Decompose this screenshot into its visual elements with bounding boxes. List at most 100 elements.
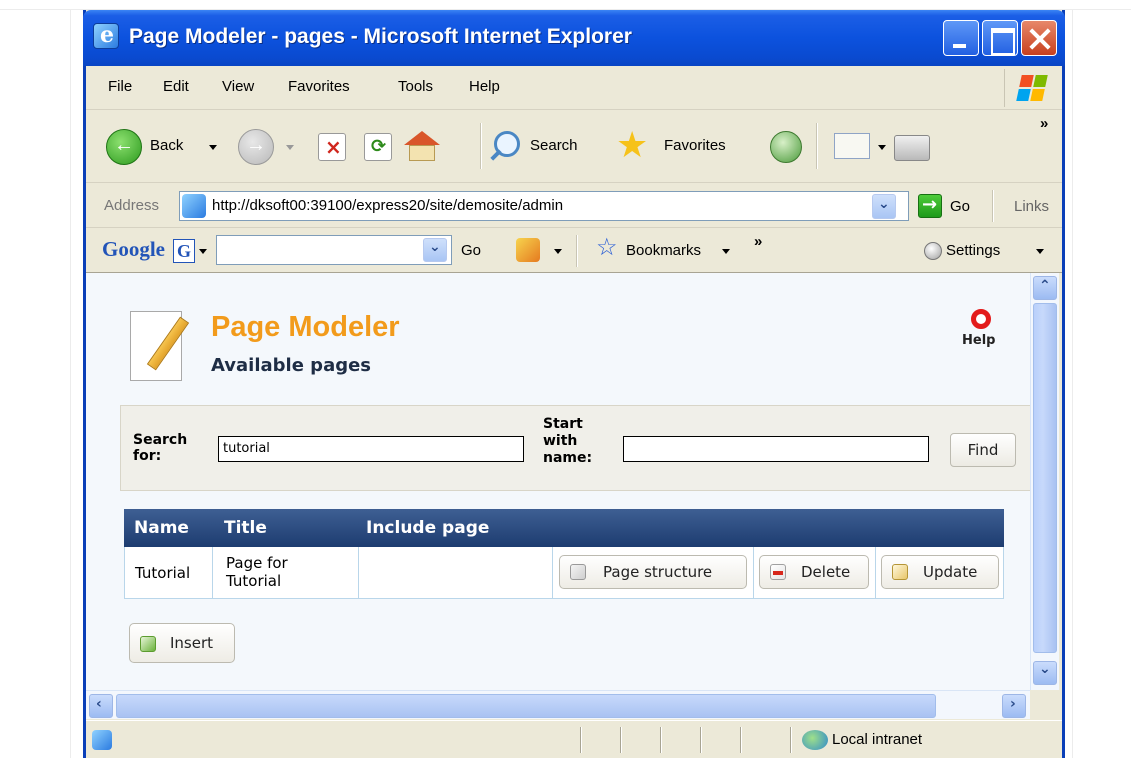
favorites-star-icon[interactable]: ★: [616, 125, 648, 165]
google-overflow-chevron[interactable]: »: [754, 233, 762, 250]
menu-edit[interactable]: Edit: [163, 78, 189, 95]
stop-icon[interactable]: ×: [318, 133, 346, 161]
cell-title-line2: Tutorial: [226, 572, 282, 590]
search-button-label[interactable]: Search: [530, 137, 578, 154]
google-g-icon[interactable]: G: [173, 239, 195, 263]
menu-favorites[interactable]: Favorites: [288, 78, 350, 95]
cell-title-line1: Page for: [226, 554, 288, 572]
scroll-right-button[interactable]: ›: [1002, 694, 1026, 718]
search-for-input[interactable]: tutorial: [218, 436, 524, 462]
back-button-label[interactable]: Back: [150, 137, 183, 154]
address-separator: [992, 190, 994, 222]
horizontal-scroll-thumb[interactable]: [116, 694, 936, 718]
menu-file[interactable]: File: [108, 78, 132, 95]
title-bar[interactable]: Page Modeler - pages - Microsoft Interne…: [83, 10, 1065, 66]
google-search-input[interactable]: ⌄: [216, 235, 452, 265]
pages-table: Name Title Include page Tutorial Page fo…: [124, 509, 1004, 599]
page-status-icon: [92, 730, 112, 750]
favorites-button-label[interactable]: Favorites: [664, 137, 726, 154]
find-button[interactable]: Find: [950, 433, 1016, 467]
go-button-label[interactable]: Go: [950, 198, 970, 215]
menu-help[interactable]: Help: [469, 78, 500, 95]
back-dropdown-icon[interactable]: [209, 145, 217, 150]
vertical-scrollbar[interactable]: ⌃ ⌄: [1030, 273, 1059, 690]
settings-dropdown-icon[interactable]: [1036, 249, 1044, 254]
help-lifebuoy-icon[interactable]: [971, 309, 991, 329]
page-structure-label: Page structure: [603, 563, 713, 581]
cell-divider: [753, 547, 754, 598]
minimize-button[interactable]: [943, 20, 979, 56]
home-icon[interactable]: [404, 131, 440, 145]
column-header-title[interactable]: Title: [224, 518, 267, 538]
start-with-label-3: name:: [543, 450, 593, 466]
scroll-down-button[interactable]: ⌄: [1033, 661, 1057, 685]
update-pencil-icon: [892, 564, 908, 580]
mail-icon[interactable]: [834, 133, 870, 159]
mail-dropdown-icon[interactable]: [878, 145, 886, 150]
address-url: http://dksoft00:39100/express20/site/dem…: [212, 197, 564, 214]
print-icon[interactable]: [894, 135, 930, 161]
delete-button[interactable]: Delete: [759, 555, 869, 589]
bookmarks-button-label[interactable]: Bookmarks: [626, 242, 701, 259]
start-with-name-input[interactable]: [623, 436, 929, 462]
table-row: Tutorial Page for Tutorial Page structur…: [124, 547, 1004, 599]
toolbar-separator-2: [816, 123, 818, 169]
insert-button[interactable]: Insert: [129, 623, 235, 663]
ie-icon: [93, 22, 119, 49]
column-header-name[interactable]: Name: [134, 518, 189, 538]
settings-icon[interactable]: [924, 242, 942, 260]
status-separator: [740, 727, 742, 753]
toolbar-separator: [480, 123, 482, 169]
horizontal-scrollbar[interactable]: ‹ ›: [86, 690, 1030, 719]
google-go-button[interactable]: Go: [461, 242, 481, 259]
toolbar-overflow-chevron[interactable]: »: [1040, 115, 1048, 132]
address-dropdown-button[interactable]: ⌄: [872, 194, 896, 219]
google-toolbar: Google G ⌄ Go ☆ Bookmarks » Settings: [86, 229, 1062, 273]
links-label[interactable]: Links: [1014, 198, 1049, 215]
pagerank-dropdown-icon[interactable]: [554, 249, 562, 254]
google-search-dropdown[interactable]: ⌄: [423, 238, 447, 262]
history-icon[interactable]: [770, 131, 802, 163]
window-title: Page Modeler - pages - Microsoft Interne…: [129, 25, 632, 48]
cell-divider: [875, 547, 876, 598]
standard-toolbar: ← Back → × ⟳ Search ★ Favorites »: [86, 111, 1062, 183]
bookmarks-dropdown-icon[interactable]: [722, 249, 730, 254]
page-title: Page Modeler: [211, 311, 400, 343]
cell-divider: [358, 547, 359, 598]
close-button[interactable]: [1021, 20, 1057, 56]
outer-frame-left: [70, 9, 71, 758]
status-separator: [790, 727, 792, 753]
pagerank-icon[interactable]: [516, 238, 540, 262]
delete-icon: [770, 564, 786, 580]
column-header-include-page[interactable]: Include page: [366, 518, 489, 538]
forward-dropdown-icon[interactable]: [286, 145, 294, 150]
google-menu-dropdown-icon[interactable]: [199, 249, 207, 254]
security-zone-label: Local intranet: [832, 731, 923, 748]
page-structure-button[interactable]: Page structure: [559, 555, 747, 589]
delete-label: Delete: [801, 563, 851, 581]
home-icon-body: [409, 145, 435, 161]
pencil-icon: [146, 316, 190, 371]
update-label: Update: [923, 563, 978, 581]
scroll-up-button[interactable]: ⌃: [1033, 276, 1057, 300]
menu-tools[interactable]: Tools: [398, 78, 433, 95]
bookmarks-star-icon[interactable]: ☆: [596, 233, 618, 262]
go-arrow-icon[interactable]: →: [918, 194, 942, 218]
start-with-label-2: with: [543, 433, 578, 449]
page-content: Page Modeler Available pages Help Search…: [86, 273, 1030, 690]
google-separator: [576, 235, 578, 267]
insert-icon: [140, 636, 156, 652]
vertical-scroll-thumb[interactable]: [1033, 303, 1057, 653]
status-separator: [700, 727, 702, 753]
refresh-icon[interactable]: ⟳: [364, 133, 392, 161]
cell-divider: [212, 547, 213, 598]
help-link[interactable]: Help: [962, 333, 995, 348]
status-bar: Local intranet: [86, 720, 1062, 758]
maximize-button[interactable]: [982, 20, 1018, 56]
update-button[interactable]: Update: [881, 555, 999, 589]
settings-button-label[interactable]: Settings: [946, 242, 1000, 259]
menu-view[interactable]: View: [222, 78, 254, 95]
address-input[interactable]: http://dksoft00:39100/express20/site/dem…: [179, 191, 909, 221]
scroll-left-button[interactable]: ‹: [89, 694, 113, 718]
page-structure-icon: [570, 564, 586, 580]
